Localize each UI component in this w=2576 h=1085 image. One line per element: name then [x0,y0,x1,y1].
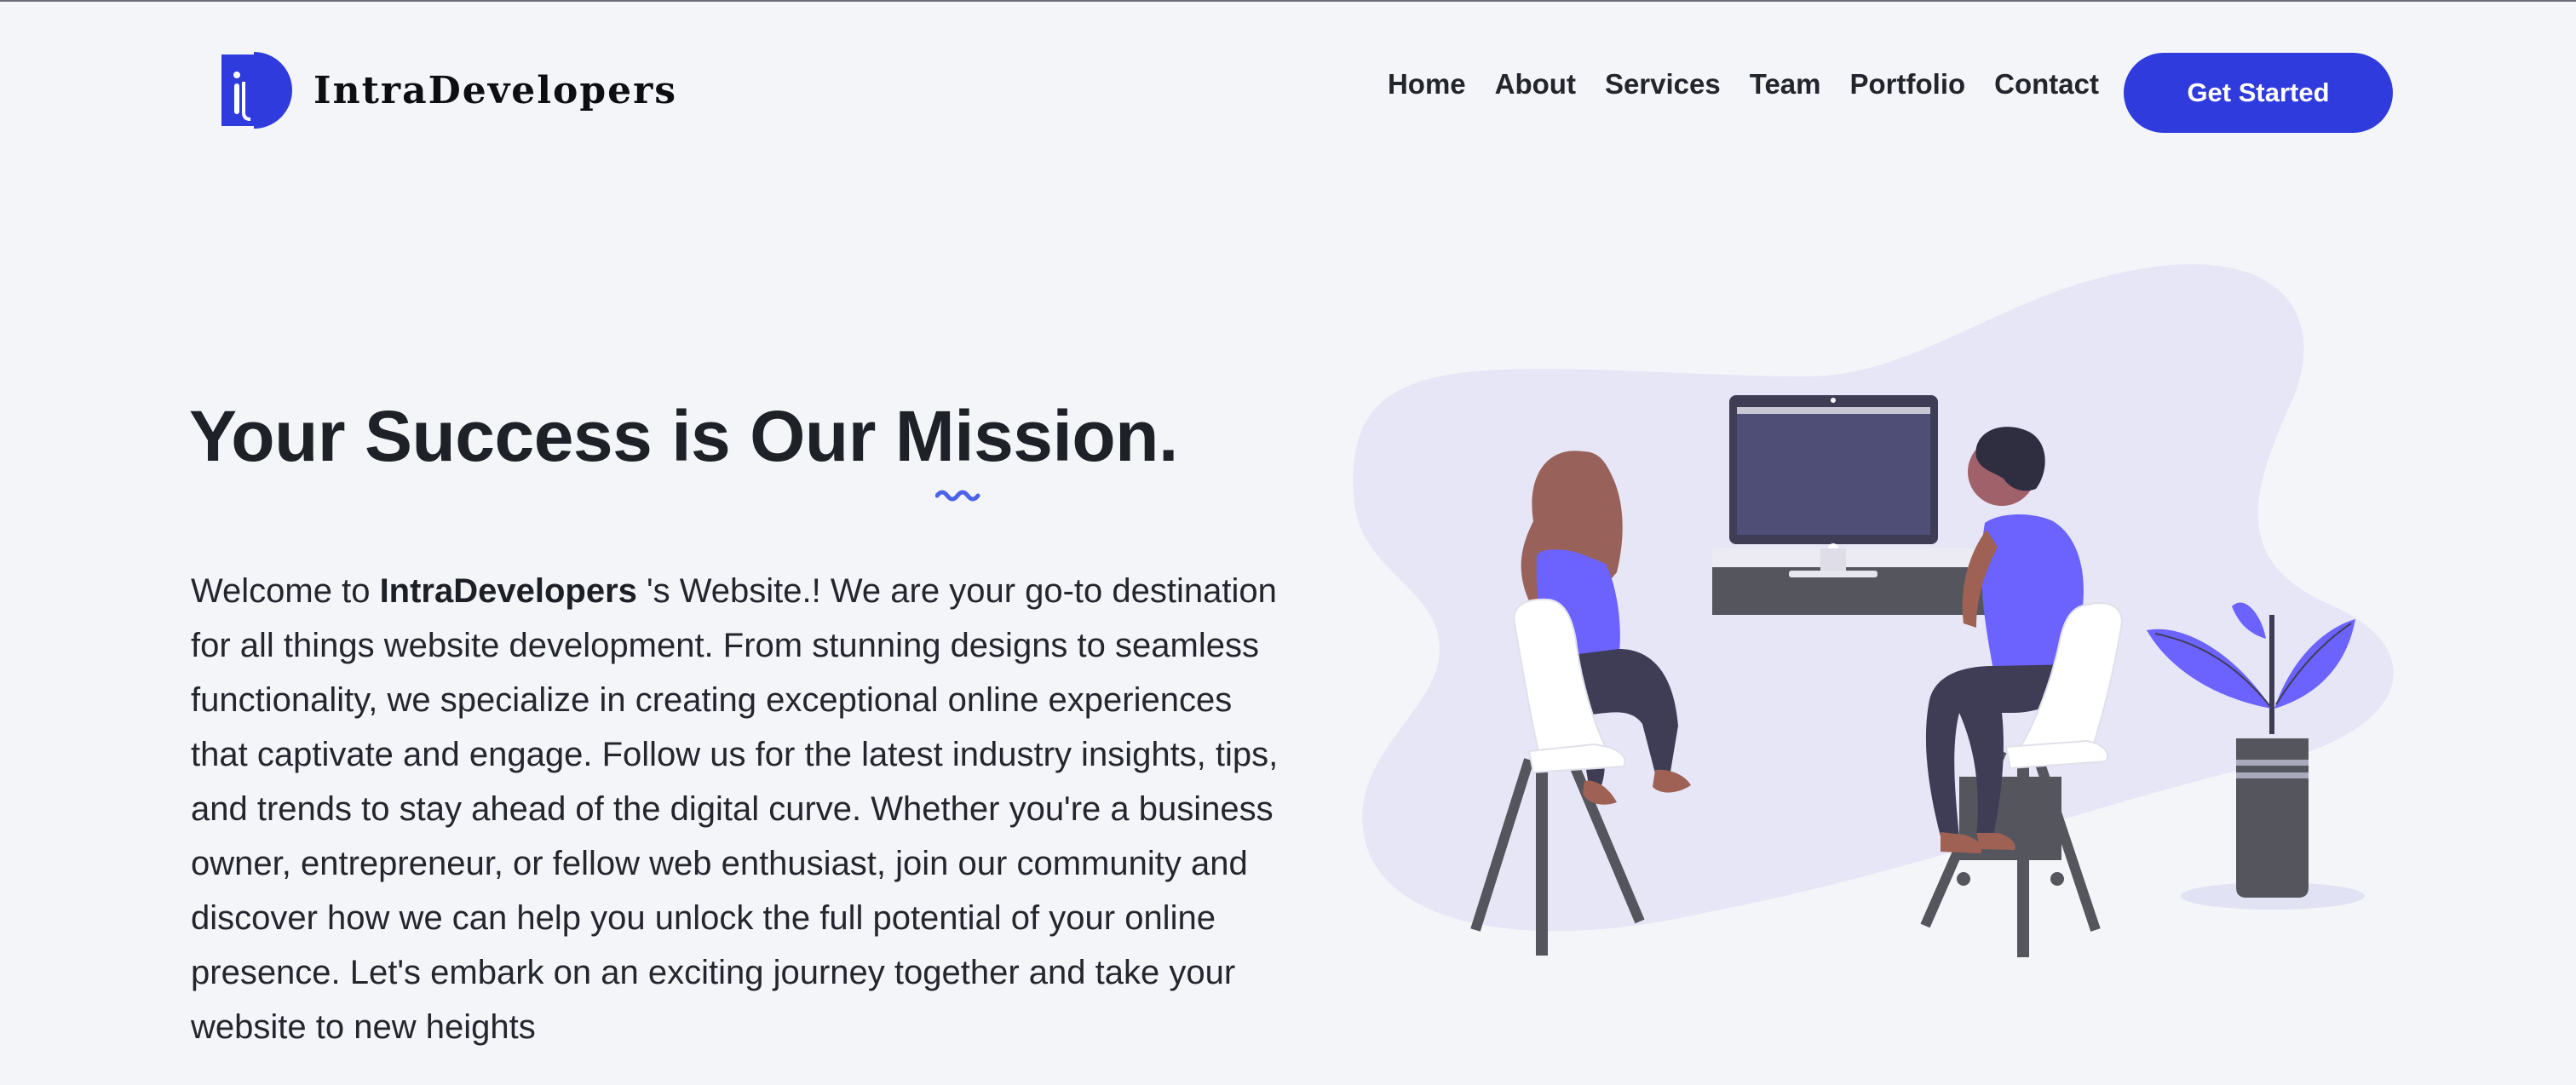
id-monogram-icon [221,52,292,129]
brand-name: IntraDevelopers [313,68,678,112]
hero-description: Welcome to IntraDevelopers 's Website.! … [191,564,1290,1054]
nav-contact[interactable]: Contact [1994,68,2099,100]
intro-body: 's Website.! We are your go-to destinati… [191,572,1279,1046]
nav-portfolio[interactable]: Portfolio [1850,68,1966,100]
get-started-button[interactable]: Get Started [2124,53,2393,133]
intro-prefix: Welcome to [191,572,380,610]
intro-brand: IntraDevelopers [379,572,637,610]
nav-team[interactable]: Team [1750,68,1821,100]
team-at-computer-illustration [1353,264,2394,957]
brand-logo[interactable]: IntraDevelopers [220,51,677,129]
hero-title: Your Success is Our Mission. [189,396,1178,476]
squiggle-divider-icon [935,490,980,502]
main-nav: Home About Services Team Portfolio Conta… [1388,68,2099,100]
nav-home[interactable]: Home [1388,68,1466,100]
nav-services[interactable]: Services [1605,68,1721,100]
site-header: IntraDevelopers Home About Services Team… [0,2,2576,181]
nav-about[interactable]: About [1495,68,1576,100]
